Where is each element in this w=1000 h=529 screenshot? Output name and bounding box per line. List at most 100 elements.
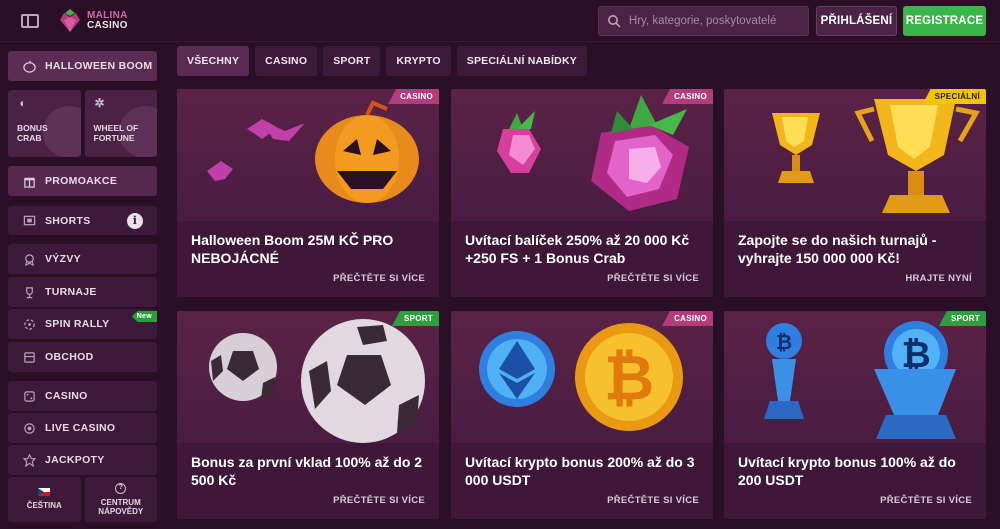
trophy-icon: [772, 113, 820, 183]
tab-specialni-nabidky[interactable]: SPECIÁLNÍ NABÍDKY: [456, 46, 587, 76]
promo-title: Uvítací balíček 250% až 20 000 Kč +250 F…: [465, 232, 690, 266]
featured-tiles: ◖ BONUS CRAB ✲ WHEEL OF FORTUNE: [8, 90, 157, 157]
read-more-link[interactable]: PŘEČTĚTE SI VÍCE: [333, 273, 425, 284]
category-badge: CASINO: [388, 89, 439, 104]
promo-title: Zapojte se do našich turnajů - vyhrajte …: [738, 232, 937, 266]
sidebar-item-casino[interactable]: CASINO: [8, 381, 157, 411]
promo-card[interactable]: SPECIÁLNÍ Zapojte se do našich turnajů -…: [724, 89, 986, 297]
promo-card[interactable]: SPORT Bonus za první vklad 100% až do 2 …: [177, 311, 439, 519]
sidebar-item-label: PROMOAKCE: [45, 175, 118, 187]
language-button[interactable]: ČEŠTINA: [8, 477, 81, 522]
czech-flag-icon: [38, 488, 51, 497]
filter-tabs: VŠECHNY CASINO SPORT KRYPTO SPECIÁLNÍ NA…: [177, 46, 587, 76]
tile-label-line-2: FORTUNE: [93, 133, 135, 143]
promo-card[interactable]: CASINO Uvítací balíček 250% až 20 000 Kč…: [451, 89, 713, 297]
read-more-link[interactable]: PŘEČTĚTE SI VÍCE: [607, 495, 699, 506]
raspberry-icon: [497, 111, 541, 173]
question-icon: ?: [115, 482, 127, 494]
top-bar: MALINA CASINO PŘIHLÁŠENÍ REGISTRACE: [0, 0, 1000, 42]
medal-icon: [22, 252, 36, 266]
wheel-icon: ✲: [94, 96, 105, 110]
football-icon: [301, 319, 425, 443]
category-badge: SPORT: [938, 311, 986, 326]
search-input[interactable]: [628, 15, 808, 27]
sidebar-item-label: VÝZVY: [45, 253, 81, 265]
jackpot-icon: [22, 453, 36, 467]
read-more-link[interactable]: PŘEČTĚTE SI VÍCE: [880, 495, 972, 506]
raspberry-icon: [591, 95, 689, 211]
info-icon[interactable]: i: [127, 212, 143, 229]
raspberry-logo-icon: [60, 8, 80, 32]
category-badge: SPORT: [391, 311, 439, 326]
sidebar-item-label: TURNAJE: [45, 286, 97, 298]
language-label: ČEŠTINA: [26, 501, 62, 511]
promo-card[interactable]: ₿ ₿ SPORT Uvítací krypto bonus 100% až d…: [724, 311, 986, 519]
tile-label-line-2: CRAB: [17, 133, 42, 143]
register-button[interactable]: REGISTRACE: [903, 6, 986, 36]
sidebar-item-label: CASINO: [45, 390, 88, 402]
promo-card[interactable]: ₿ CASINO Uvítací krypto bonus 200% až do…: [451, 311, 713, 519]
help-label-line-1: CENTRUM: [100, 497, 141, 507]
tab-vsechny[interactable]: VŠECHNY: [177, 46, 250, 76]
bitcoin-coin-icon: ₿: [575, 323, 683, 431]
film-icon: [22, 214, 36, 228]
category-badge: CASINO: [662, 89, 713, 104]
sidebar-footer: ČEŠTINA ? CENTRUM NÁPOVĚDY: [8, 477, 157, 522]
sidebar-item-turnaje[interactable]: TURNAJE: [8, 277, 157, 307]
play-now-link[interactable]: HRAJTE NYNÍ: [905, 273, 972, 284]
promo-image: [177, 311, 439, 443]
brand-name: MALINA CASINO: [87, 9, 128, 31]
tile-wheel-of-fortune[interactable]: ✲ WHEEL OF FORTUNE: [84, 90, 157, 157]
ethereum-coin-icon: [479, 331, 555, 407]
sidebar-item-label: SHORTS: [45, 214, 91, 227]
crypto-trophy-icon: ₿: [764, 323, 804, 419]
help-center-button[interactable]: ? CENTRUM NÁPOVĚDY: [84, 477, 157, 522]
sidebar-toggle-icon[interactable]: [21, 13, 39, 28]
trophy-icon: [854, 99, 980, 213]
new-badge: New: [131, 311, 157, 322]
promo-image: [724, 89, 986, 221]
sidebar-item-obchod[interactable]: OBCHOD: [8, 342, 157, 372]
logo[interactable]: MALINA CASINO: [57, 8, 128, 34]
search-icon: [607, 15, 621, 28]
category-badge: SPECIÁLNÍ: [922, 89, 986, 104]
promo-card[interactable]: CASINO Halloween Boom 25M KČ PRO NEBOJÁC…: [177, 89, 439, 297]
spin-icon: [22, 317, 36, 331]
tab-sport[interactable]: SPORT: [323, 46, 381, 76]
sidebar-item-vyzvy[interactable]: VÝZVY: [8, 244, 157, 274]
sidebar-item-promoakce[interactable]: PROMOAKCE: [8, 166, 157, 196]
promo-image: [177, 89, 439, 221]
sidebar-item-live-casino[interactable]: LIVE CASINO: [8, 413, 157, 443]
sidebar-item-jackpoty[interactable]: JACKPOTY: [8, 445, 157, 475]
promo-title: Bonus za první vklad 100% až do 2 500 Kč: [191, 454, 423, 488]
sidebar: HALLOWEEN BOOM ◖ BONUS CRAB ✲ WHEEL OF F…: [0, 43, 166, 529]
tile-label-line-1: WHEEL OF: [93, 123, 139, 133]
login-button[interactable]: PŘIHLÁŠENÍ: [816, 6, 897, 36]
promo-image: [451, 89, 713, 221]
sidebar-item-label: SPIN RALLY: [45, 318, 110, 330]
promo-title: Uvítací krypto bonus 100% až do 200 USDT: [738, 454, 956, 488]
pumpkin-icon: [315, 100, 419, 203]
tab-krypto[interactable]: KRYPTO: [386, 46, 451, 76]
promo-image: ₿: [451, 311, 713, 443]
brand-line-1: MALINA: [87, 9, 128, 21]
sidebar-item-spin-rally[interactable]: SPIN RALLY New: [8, 309, 157, 339]
tile-label-line-1: BONUS: [17, 123, 48, 133]
read-more-link[interactable]: PŘEČTĚTE SI VÍCE: [333, 495, 425, 506]
dice-icon: [22, 389, 36, 403]
promo-image: ₿ ₿: [724, 311, 986, 443]
search-box[interactable]: [598, 6, 809, 36]
brand-line-2: CASINO: [87, 19, 128, 31]
tile-label: WHEEL OF FORTUNE: [94, 123, 139, 143]
tile-bonus-crab[interactable]: ◖ BONUS CRAB: [8, 90, 81, 157]
crypto-trophy-icon: ₿: [874, 321, 956, 439]
trophy-icon: [22, 285, 36, 299]
gift-icon: [22, 174, 36, 188]
tile-label: BONUS CRAB: [17, 123, 48, 143]
read-more-link[interactable]: PŘEČTĚTE SI VÍCE: [607, 273, 699, 284]
sidebar-item-shorts[interactable]: SHORTS i: [8, 206, 157, 235]
pumpkin-icon: [22, 59, 36, 73]
sidebar-item-halloween-boom[interactable]: HALLOWEEN BOOM: [8, 51, 157, 81]
tab-casino[interactable]: CASINO: [255, 46, 318, 76]
shop-icon: [22, 350, 36, 364]
